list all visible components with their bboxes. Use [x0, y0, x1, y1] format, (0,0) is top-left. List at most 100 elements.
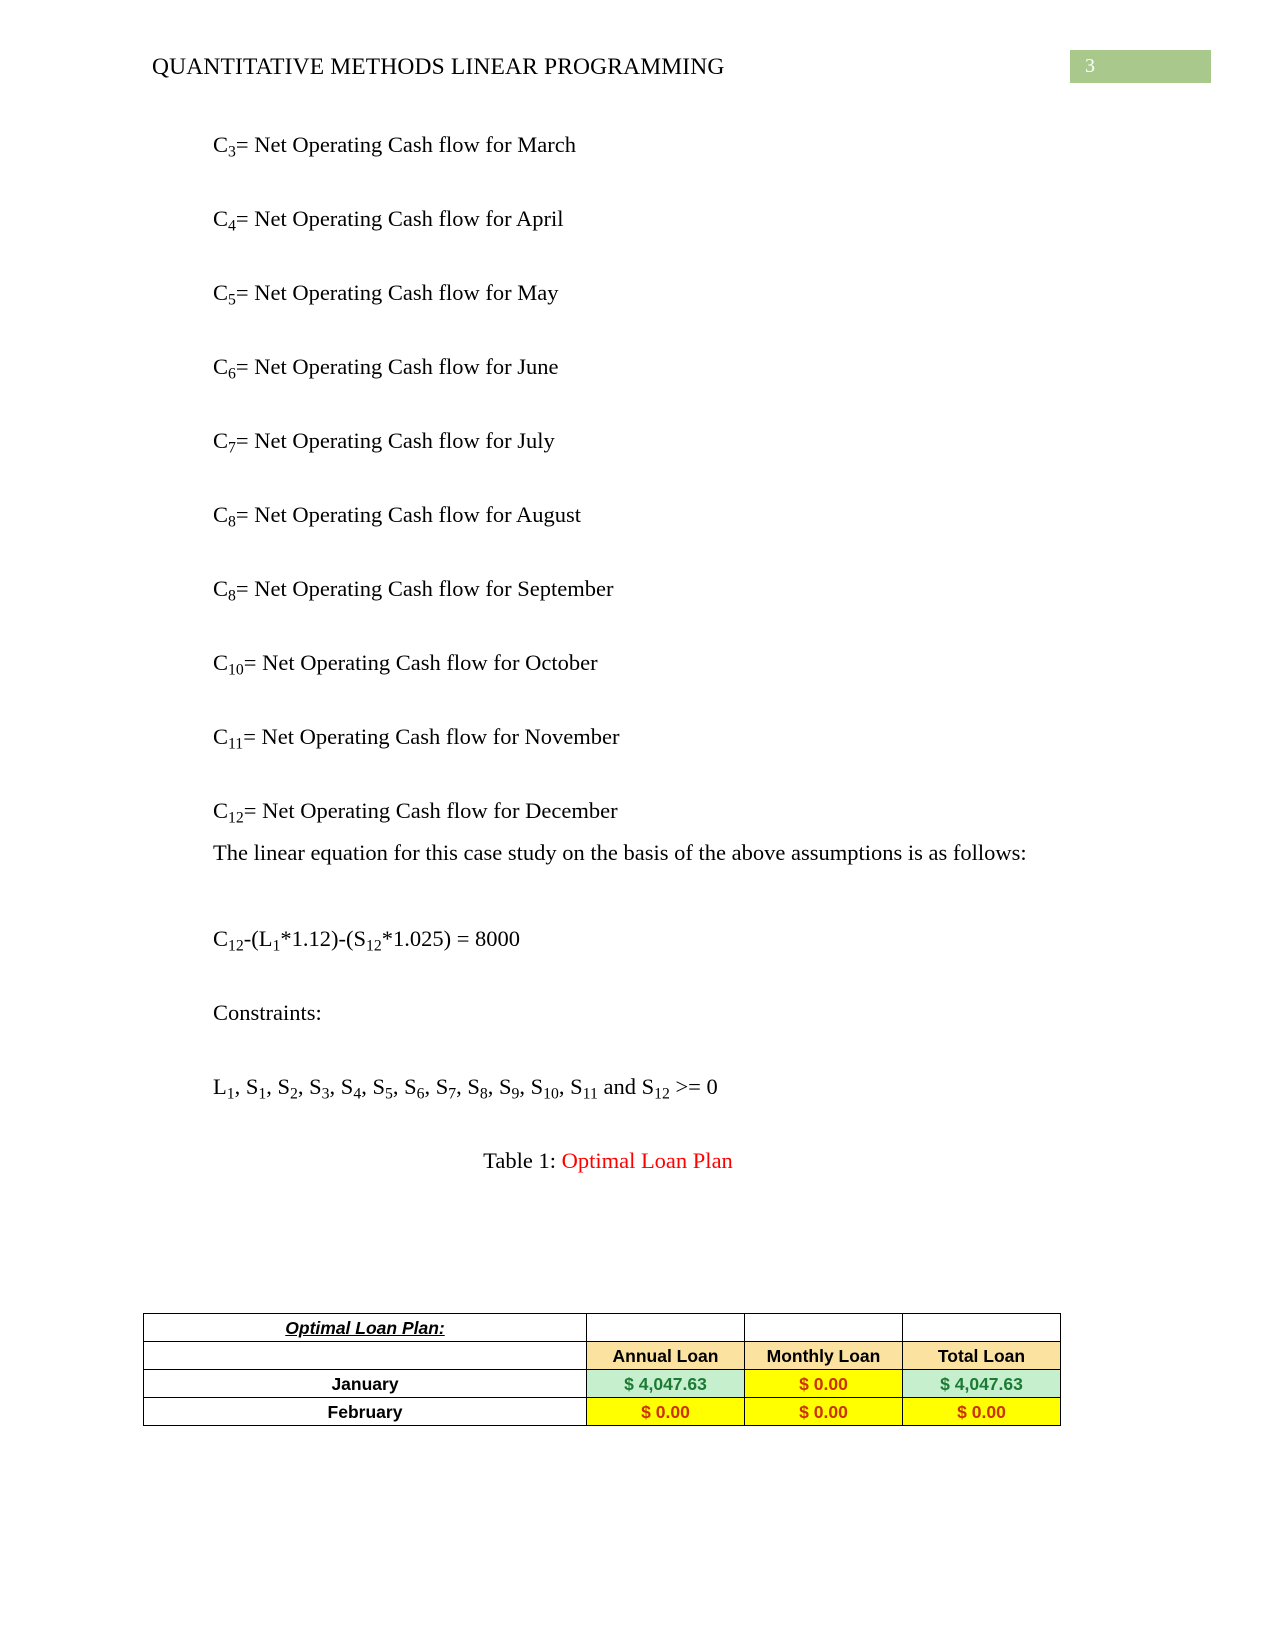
definition-line: C11= Net Operating Cash flow for Novembe… [143, 722, 1073, 752]
equation-subscript: 12 [366, 937, 382, 955]
definition-text: = Net Operating Cash flow for April [235, 206, 564, 231]
constraint-separator: , [329, 1074, 341, 1099]
definition-text: = Net Operating Cash flow for October [243, 650, 598, 675]
definition-symbol: C [213, 798, 229, 823]
constraint-term: S [530, 1074, 544, 1099]
table-title-cell: Optimal Loan Plan: [143, 1313, 587, 1342]
definition-subscript: 7 [228, 439, 236, 457]
constraint-separator: , [424, 1074, 436, 1099]
constraint-term: S [641, 1074, 655, 1099]
equation-subscript: 12 [228, 937, 244, 955]
definition-line: C8= Net Operating Cash flow for Septembe… [143, 574, 1073, 604]
definition-subscript: 5 [228, 291, 236, 309]
table-row: January $ 4,047.63 $ 0.00 $ 4,047.63 [143, 1369, 1061, 1398]
page-number: 3 [1085, 55, 1095, 77]
equation-segment: *1.025) = 8000 [381, 926, 521, 951]
table-blank-cell [902, 1313, 1061, 1342]
definition-symbol: C [213, 206, 229, 231]
definition-line: C5= Net Operating Cash flow for May [143, 278, 1073, 308]
constraint-term: S [570, 1074, 583, 1099]
definition-symbol: C [213, 576, 229, 601]
definition-symbol: C [213, 280, 229, 305]
optimal-loan-plan-table-wrapper: Optimal Loan Plan: Annual Loan Monthly L… [143, 1313, 1061, 1426]
definition-symbol: C [213, 502, 229, 527]
constraint-subscript: 10 [543, 1085, 559, 1103]
definition-line: C12= Net Operating Cash flow for Decembe… [143, 796, 1073, 826]
definition-text: = Net Operating Cash flow for November [243, 724, 620, 749]
page-number-badge: 3 [1070, 50, 1211, 83]
cell-january-total: $ 4,047.63 [902, 1369, 1061, 1398]
definition-list: C3= Net Operating Cash flow for March C4=… [143, 130, 1073, 826]
column-header-annual-loan: Annual Loan [586, 1341, 745, 1370]
definition-symbol: C [213, 428, 229, 453]
constraint-term: S [435, 1074, 449, 1099]
definition-text: = Net Operating Cash flow for July [235, 428, 555, 453]
equation-segment: *1.12)-(S [280, 926, 366, 951]
definition-subscript: 12 [228, 809, 244, 827]
constraint-separator: , [266, 1074, 278, 1099]
constraint-relation: >= 0 [669, 1074, 718, 1099]
constraint-term: S [372, 1074, 385, 1099]
constraint-term: S [277, 1074, 291, 1099]
table-blank-cell [586, 1313, 745, 1342]
page-header: QUANTITATIVE METHODS LINEAR PROGRAMMING … [0, 50, 1275, 90]
definition-symbol: C [213, 650, 229, 675]
definition-line: C6= Net Operating Cash flow for June [143, 352, 1073, 382]
equation-segment: C [213, 926, 229, 951]
definition-line: C4= Net Operating Cash flow for April [143, 204, 1073, 234]
constraint-separator: , [558, 1074, 571, 1099]
table-caption-prefix: Table 1: [483, 1148, 562, 1173]
constraint-separator: , [519, 1074, 531, 1099]
definition-line: C8= Net Operating Cash flow for August [143, 500, 1073, 530]
intro-paragraph: The linear equation for this case study … [213, 840, 1027, 865]
constraint-subscript: 3 [321, 1085, 330, 1103]
document-body: C3= Net Operating Cash flow for March C4=… [143, 130, 1073, 1176]
definition-text: = Net Operating Cash flow for March [235, 132, 576, 157]
constraint-subscript: 7 [448, 1085, 457, 1103]
column-header-total-loan: Total Loan [902, 1341, 1061, 1370]
constraint-subscript: 12 [654, 1085, 670, 1103]
constraint-term: S [340, 1074, 354, 1099]
constraint-subscript: 1 [226, 1085, 235, 1103]
constraint-separator: , [234, 1074, 246, 1099]
definition-symbol: C [213, 132, 229, 157]
cell-january-monthly: $ 0.00 [744, 1369, 903, 1398]
constraint-subscript: 8 [479, 1085, 488, 1103]
table-row-title: Optimal Loan Plan: [143, 1313, 1061, 1342]
definition-subscript: 4 [228, 217, 236, 235]
constraint-subscript: 4 [353, 1085, 362, 1103]
constraint-term: L [213, 1074, 227, 1099]
constraint-separator: , [392, 1074, 405, 1099]
table-caption-title: Optimal Loan Plan [561, 1148, 733, 1173]
constraint-separator: , [361, 1074, 373, 1099]
definition-text: = Net Operating Cash flow for December [243, 798, 618, 823]
row-label-february: February [143, 1397, 587, 1426]
table-blank-cell [744, 1313, 903, 1342]
definition-subscript: 3 [228, 143, 236, 161]
optimal-loan-plan-table: Optimal Loan Plan: Annual Loan Monthly L… [143, 1313, 1061, 1426]
cell-february-annual: $ 0.00 [586, 1397, 745, 1426]
page-title: QUANTITATIVE METHODS LINEAR PROGRAMMING [152, 54, 725, 80]
constraint-term: S [245, 1074, 259, 1099]
row-label-january: January [143, 1369, 587, 1398]
definition-symbol: C [213, 724, 229, 749]
definition-subscript: 10 [228, 661, 244, 679]
constraint-term: S [499, 1074, 512, 1099]
constraint-separator: , [487, 1074, 499, 1099]
table-blank-cell [143, 1341, 587, 1370]
equation-segment: -(L [243, 926, 273, 951]
constraint-term: S [309, 1074, 322, 1099]
definition-text: = Net Operating Cash flow for June [235, 354, 559, 379]
definition-text: = Net Operating Cash flow for September [235, 576, 614, 601]
cell-february-monthly: $ 0.00 [744, 1397, 903, 1426]
constraint-subscript: 11 [582, 1085, 598, 1103]
definition-subscript: 6 [228, 365, 236, 383]
constraint-separator: , [297, 1074, 310, 1099]
column-header-monthly-loan: Monthly Loan [744, 1341, 903, 1370]
definition-subscript: 8 [228, 587, 236, 605]
linear-equation: C12-(L1*1.12)-(S12*1.025) = 8000 [143, 924, 1073, 954]
definition-line: C10= Net Operating Cash flow for October [143, 648, 1073, 678]
definition-symbol: C [213, 354, 229, 379]
table-header-row: Annual Loan Monthly Loan Total Loan [143, 1341, 1061, 1370]
constraint-separator: , [456, 1074, 468, 1099]
